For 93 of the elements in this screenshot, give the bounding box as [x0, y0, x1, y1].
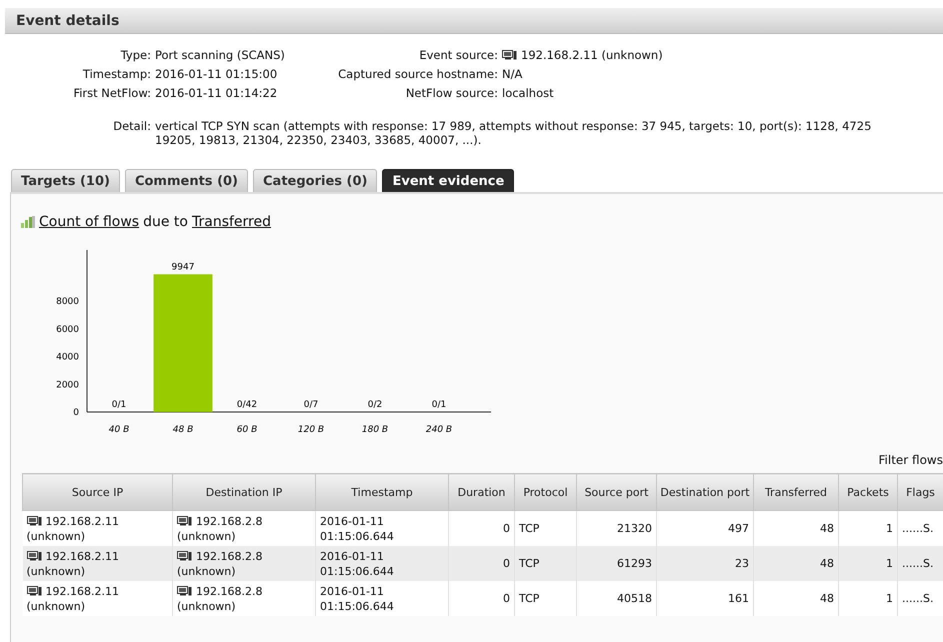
y-tick-label: 8000 — [56, 297, 79, 308]
table-cell: 2016-01-11 01:15:06.644 — [316, 581, 448, 616]
field-label: Detail: — [112, 119, 152, 135]
table-cell: ......S. — [898, 510, 943, 546]
table-cell: 48 — [754, 546, 838, 581]
host-name: (unknown) — [177, 564, 237, 578]
table-cell: 0 — [448, 546, 514, 581]
ip-address: 192.168.2.8 — [196, 514, 262, 528]
tab[interactable]: Categories (0) — [253, 169, 378, 192]
bar-value-label: 0/1 — [432, 400, 446, 410]
column-header[interactable]: Protocol — [514, 474, 576, 510]
x-tick-label: 240 B — [426, 425, 452, 435]
y-tick-label: 4000 — [56, 352, 79, 363]
table-cell: TCP — [514, 546, 576, 581]
tab[interactable]: Comments (0) — [124, 169, 248, 192]
x-tick-label: 60 B — [236, 425, 258, 435]
y-tick-label: 0 — [73, 408, 79, 418]
field-label: Event source: — [419, 48, 499, 62]
field-label: NetFlow source: — [406, 86, 499, 100]
table-cell: 2016-01-11 01:15:06.644 — [316, 510, 448, 546]
field-value: 2016-01-11 01:14:22 — [155, 86, 278, 100]
field-label: Captured source hostname: — [338, 67, 499, 81]
column-header[interactable]: Destination port — [656, 474, 754, 510]
table-cell: 0 — [448, 581, 514, 616]
bar-value-label: 9947 — [172, 262, 194, 272]
column-header[interactable]: Timestamp — [316, 474, 448, 510]
table-cell: 21320 — [576, 510, 656, 546]
bar-chart-icon — [21, 216, 35, 228]
filter-label: Filter flows — [878, 453, 943, 467]
section-title: Event details — [5, 8, 943, 34]
computer-icon — [26, 551, 42, 561]
table-cell: 1 — [838, 546, 898, 581]
bar-value-label: 0/42 — [236, 400, 258, 410]
host-name: (unknown) — [177, 528, 237, 544]
table-cell: 1 — [838, 510, 898, 546]
bar-value-label: 0/7 — [304, 400, 318, 410]
computer-icon — [177, 551, 192, 561]
ip-address: 192.168.2.8 — [196, 548, 262, 564]
table-cell: 497 — [656, 510, 754, 546]
computer-icon — [26, 516, 42, 526]
column-header[interactable]: Destination IP — [172, 474, 316, 510]
field-value: N/A — [502, 67, 522, 81]
field-label: Type: — [120, 48, 152, 62]
column-header[interactable]: Transferred — [754, 474, 838, 510]
table-cell: 161 — [656, 581, 754, 616]
ip-address: 192.168.2.11 — [46, 514, 119, 528]
ip-address: 192.168.2.8 — [196, 584, 262, 598]
metric-link[interactable]: Count of flows — [39, 214, 140, 230]
tab[interactable]: Targets (10) — [11, 169, 120, 192]
metric-link[interactable]: Transferred — [192, 214, 271, 230]
table-cell: 1 — [838, 581, 898, 616]
table-cell: 23 — [656, 546, 754, 581]
table-cell: TCP — [514, 510, 576, 546]
title-text: due to — [143, 214, 188, 230]
field-value: Port scanning (SCANS) — [155, 48, 286, 62]
x-tick-label: 48 B — [172, 425, 194, 435]
table-cell: 0 — [448, 510, 514, 546]
field-value: 192.168.2.11 (unknown) — [521, 48, 663, 62]
x-tick-label: 40 B — [108, 425, 130, 435]
table-cell: 48 — [754, 510, 838, 546]
ip-address: 192.168.2.11 — [46, 584, 119, 598]
computer-icon — [177, 586, 192, 596]
column-header[interactable]: Source IP — [22, 474, 172, 510]
tab[interactable]: Event evidence — [382, 169, 514, 192]
detail-text: vertical TCP SYN scan (attempts with response: 17 989, attempts without response: 37 945, targets: 10, port(s): 1128, 4725 19205, 19813, 21304, 22350, 23403, 33685, 40007, ...). — [155, 119, 872, 147]
host-name: (unknown) — [26, 528, 86, 544]
x-tick-label: 180 B — [362, 425, 388, 435]
bar-value-label: 0/2 — [368, 400, 382, 410]
column-header[interactable]: Duration — [448, 474, 514, 510]
host-name: (unknown) — [26, 598, 86, 614]
host-name: (unknown) — [177, 598, 237, 614]
column-header[interactable]: Source port — [576, 474, 656, 510]
computer-icon — [177, 516, 192, 526]
host-name: (unknown) — [26, 564, 86, 578]
table-cell: 2016-01-11 01:15:06.644 — [316, 546, 448, 581]
field-label: First NetFlow: — [73, 86, 152, 100]
computer-icon — [502, 50, 517, 60]
y-tick-label: 6000 — [56, 324, 79, 335]
table-cell: TCP — [514, 581, 576, 616]
table-cell: 40518 — [576, 581, 656, 616]
table-cell: 48 — [754, 581, 838, 616]
column-header[interactable]: Flags — [898, 474, 943, 510]
ip-address: 192.168.2.11 — [46, 548, 119, 564]
table-cell: ......S. — [898, 581, 943, 616]
table-cell: 61293 — [576, 546, 656, 581]
x-tick-label: 120 B — [298, 425, 324, 435]
column-header[interactable]: Packets — [838, 474, 898, 510]
field-value: localhost — [502, 86, 554, 100]
table-cell: ......S. — [898, 546, 943, 581]
field-label: Timestamp: — [82, 67, 152, 81]
y-tick-label: 2000 — [56, 380, 79, 390]
bar-value-label: 0/1 — [112, 400, 126, 410]
computer-icon — [26, 586, 42, 596]
